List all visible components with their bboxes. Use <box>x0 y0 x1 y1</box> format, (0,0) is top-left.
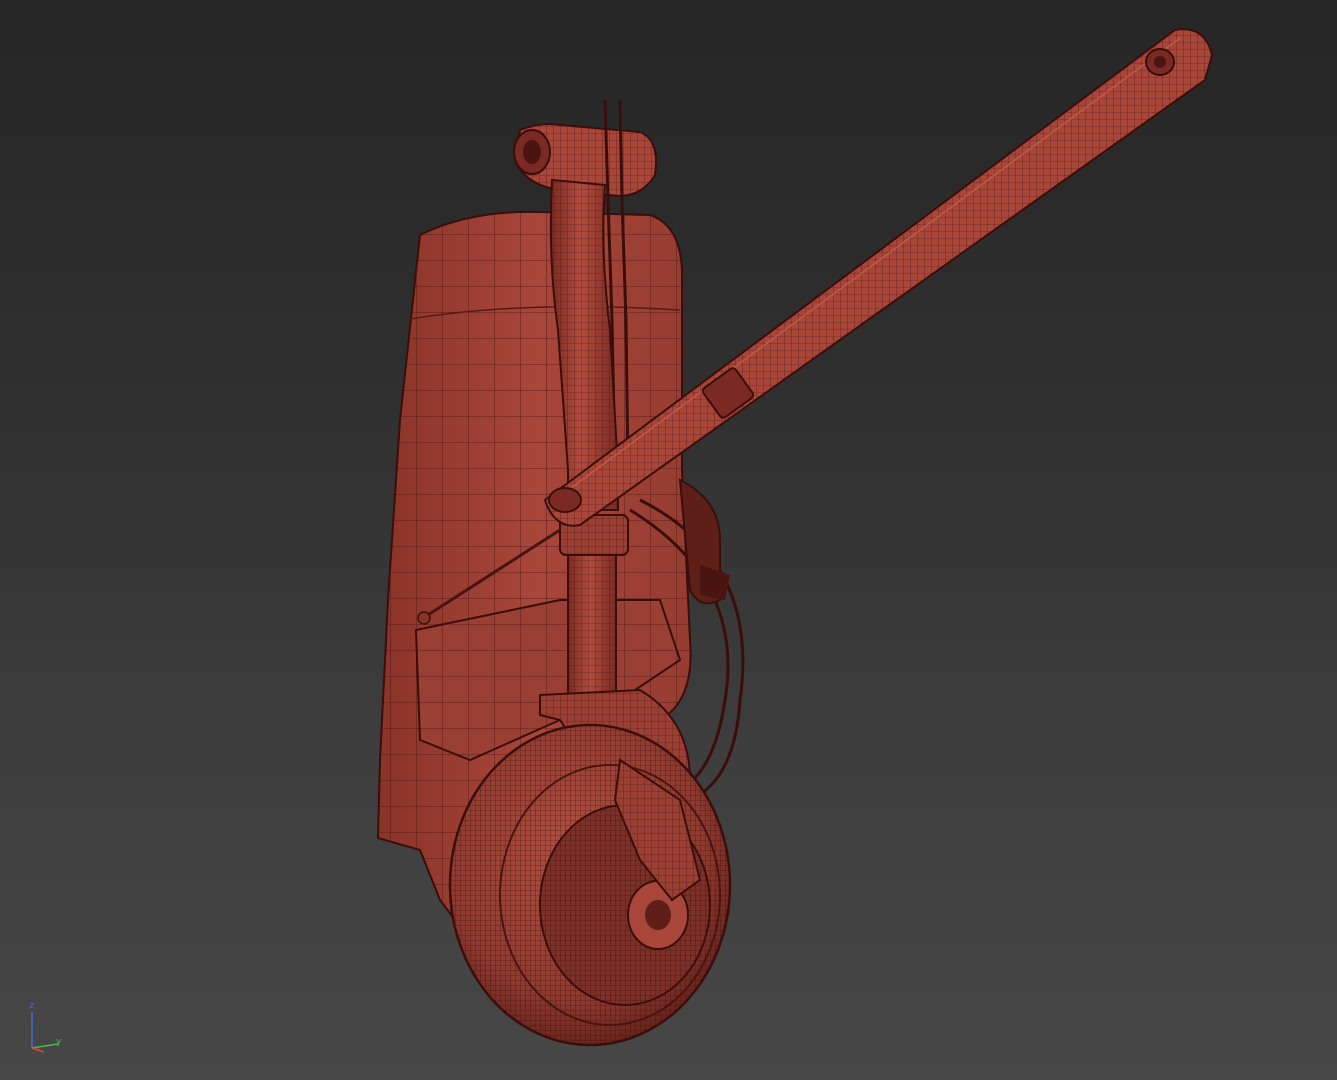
actuator-pivot[interactable] <box>548 487 582 513</box>
axis-gizmo: z y <box>22 1000 72 1060</box>
oleo-piston[interactable] <box>567 554 617 706</box>
brace-pivot[interactable] <box>417 611 431 625</box>
x-axis-line <box>31 1047 45 1053</box>
3d-viewport[interactable]: z y <box>0 0 1337 1080</box>
landing-gear-wireframe-model[interactable] <box>0 0 1337 1080</box>
z-axis-label: z <box>29 1001 35 1011</box>
y-axis-line <box>31 1043 59 1049</box>
y-axis-label: y <box>56 1037 62 1047</box>
